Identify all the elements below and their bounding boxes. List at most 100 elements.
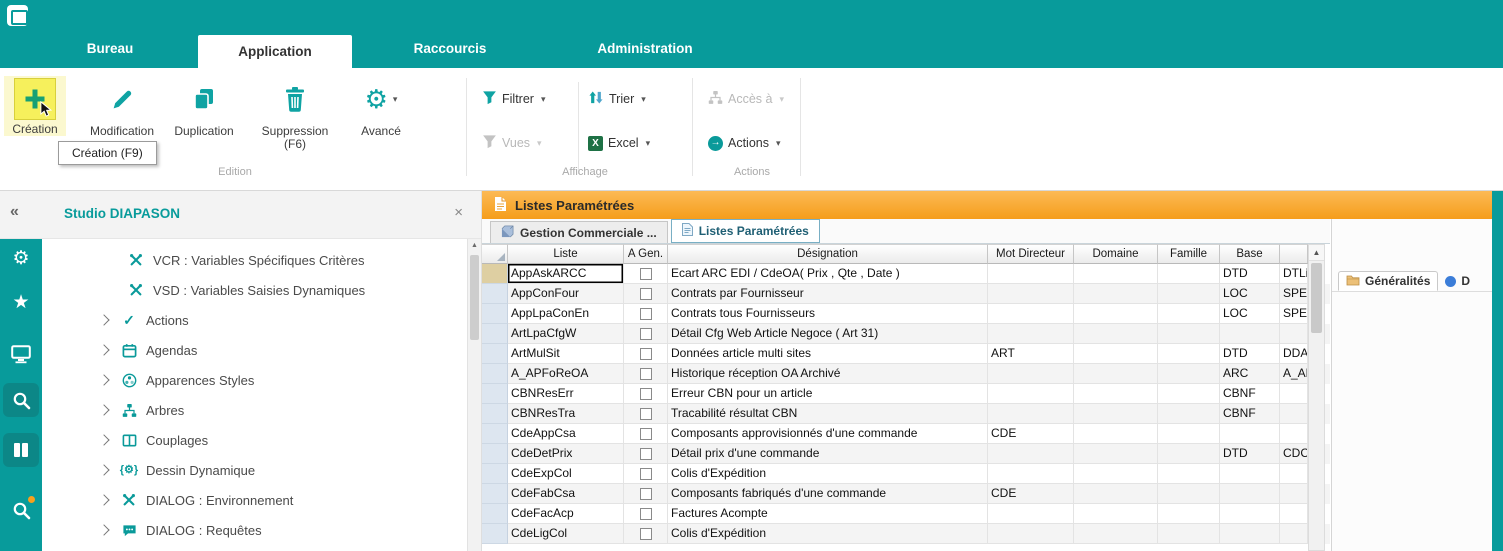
cell-base[interactable] xyxy=(1220,524,1280,544)
search-notification-icon[interactable] xyxy=(3,493,39,527)
column-header-designation[interactable]: Désignation xyxy=(668,244,988,264)
cell-designation[interactable]: Tracabilité résultat CBN xyxy=(668,404,988,424)
cell-liste[interactable]: AppLpaConEn xyxy=(508,304,624,324)
cell-agen[interactable] xyxy=(624,464,668,484)
cell-mot-directeur[interactable] xyxy=(988,264,1074,284)
cell-mot-directeur[interactable] xyxy=(988,384,1074,404)
search-icon[interactable] xyxy=(3,383,39,417)
cell-famille[interactable] xyxy=(1158,464,1220,484)
chevron-right-icon[interactable] xyxy=(98,344,109,355)
tree-item-dessin-dynamique[interactable]: {⚙} Dessin Dynamique xyxy=(42,455,467,485)
cell-designation[interactable]: Détail Cfg Web Article Negoce ( Art 31) xyxy=(668,324,988,344)
cell-famille[interactable] xyxy=(1158,484,1220,504)
cell-base[interactable] xyxy=(1220,484,1280,504)
cell-liste[interactable]: ArtLpaCfgW xyxy=(508,324,624,344)
table-row[interactable]: AppAskARCC Ecart ARC EDI / CdeOA( Prix ,… xyxy=(482,264,1330,284)
row-indicator[interactable] xyxy=(482,504,508,524)
cell-mot-directeur[interactable] xyxy=(988,284,1074,304)
cell-liste[interactable]: CdeDetPrix xyxy=(508,444,624,464)
table-row[interactable]: CdeFacAcp Factures Acompte xyxy=(482,504,1330,524)
table-row[interactable]: CdeExpCol Colis d'Expédition xyxy=(482,464,1330,484)
checkbox[interactable] xyxy=(640,488,652,500)
cell-partial[interactable] xyxy=(1280,504,1308,524)
cell-base[interactable]: CBNF xyxy=(1220,384,1280,404)
cell-domaine[interactable] xyxy=(1074,524,1158,544)
cell-base[interactable] xyxy=(1220,504,1280,524)
tab-d-partial[interactable]: D xyxy=(1438,271,1477,291)
cell-mot-directeur[interactable] xyxy=(988,304,1074,324)
cell-domaine[interactable] xyxy=(1074,384,1158,404)
actions-button[interactable]: Actions ▾ xyxy=(708,132,781,154)
row-indicator[interactable] xyxy=(482,484,508,504)
vues-button[interactable]: Vues ▾ xyxy=(482,132,542,154)
cell-agen[interactable] xyxy=(624,364,668,384)
cell-partial[interactable] xyxy=(1280,424,1308,444)
cell-designation[interactable]: Erreur CBN pour un article xyxy=(668,384,988,404)
cell-liste[interactable]: CdeFabCsa xyxy=(508,484,624,504)
checkbox[interactable] xyxy=(640,368,652,380)
scroll-up-arrow[interactable]: ▲ xyxy=(468,239,481,253)
tree-item-actions[interactable]: ✓ Actions xyxy=(42,305,467,335)
cell-base[interactable] xyxy=(1220,464,1280,484)
row-indicator[interactable] xyxy=(482,524,508,544)
cell-domaine[interactable] xyxy=(1074,484,1158,504)
cell-domaine[interactable] xyxy=(1074,284,1158,304)
cell-domaine[interactable] xyxy=(1074,344,1158,364)
table-row[interactable]: CBNResErr Erreur CBN pour un article CBN… xyxy=(482,384,1330,404)
cell-designation[interactable]: Données article multi sites xyxy=(668,344,988,364)
cell-partial[interactable] xyxy=(1280,484,1308,504)
cell-partial[interactable] xyxy=(1280,324,1308,344)
row-indicator[interactable] xyxy=(482,324,508,344)
table-row[interactable]: AppConFour Contrats par Fournisseur LOC … xyxy=(482,284,1330,304)
cell-domaine[interactable] xyxy=(1074,424,1158,444)
cell-agen[interactable] xyxy=(624,444,668,464)
chevron-right-icon[interactable] xyxy=(98,494,109,505)
cell-famille[interactable] xyxy=(1158,264,1220,284)
columns-icon[interactable] xyxy=(3,433,39,467)
row-indicator[interactable] xyxy=(482,424,508,444)
cell-designation[interactable]: Ecart ARC EDI / CdeOA( Prix , Qte , Date… xyxy=(668,264,988,284)
cell-liste[interactable]: ArtMulSit xyxy=(508,344,624,364)
cell-mot-directeur[interactable]: CDE xyxy=(988,424,1074,444)
cell-partial[interactable] xyxy=(1280,404,1308,424)
table-row[interactable]: CdeAppCsa Composants approvisionnés d'un… xyxy=(482,424,1330,444)
creation-button[interactable]: Création xyxy=(4,76,66,136)
cell-partial[interactable]: A_AP xyxy=(1280,364,1308,384)
cell-famille[interactable] xyxy=(1158,404,1220,424)
cell-partial[interactable]: CDCo xyxy=(1280,444,1308,464)
filtrer-button[interactable]: Filtrer ▾ xyxy=(482,88,545,110)
suppression-button[interactable]: Suppression (F6) xyxy=(250,76,340,151)
tree-item-dialog-requetes[interactable]: DIALOG : Requêtes xyxy=(42,515,467,545)
trier-button[interactable]: Trier ▾ xyxy=(588,88,646,110)
checkbox[interactable] xyxy=(640,508,652,520)
duplication-button[interactable]: Duplication xyxy=(166,76,242,138)
cell-liste[interactable]: CBNResTra xyxy=(508,404,624,424)
cell-famille[interactable] xyxy=(1158,344,1220,364)
tree-item-dialog-environnement[interactable]: DIALOG : Environnement xyxy=(42,485,467,515)
close-sidebar-button[interactable]: × xyxy=(454,204,463,221)
table-row[interactable]: ArtLpaCfgW Détail Cfg Web Article Negoce… xyxy=(482,324,1330,344)
checkbox[interactable] xyxy=(640,448,652,460)
cell-base[interactable]: CBNF xyxy=(1220,404,1280,424)
cell-famille[interactable] xyxy=(1158,424,1220,444)
column-header-partial[interactable] xyxy=(1280,244,1308,264)
favorites-star-icon[interactable]: ★ xyxy=(3,285,39,319)
cell-designation[interactable]: Composants approvisionnés d'une commande xyxy=(668,424,988,444)
chevron-right-icon[interactable] xyxy=(98,434,109,445)
cell-partial[interactable]: DDAr xyxy=(1280,344,1308,364)
cell-base[interactable]: LOC xyxy=(1220,304,1280,324)
chevron-right-icon[interactable] xyxy=(98,374,109,385)
cell-designation[interactable]: Factures Acompte xyxy=(668,504,988,524)
table-row[interactable]: CdeFabCsa Composants fabriqués d'une com… xyxy=(482,484,1330,504)
checkbox[interactable] xyxy=(640,428,652,440)
checkbox[interactable] xyxy=(640,528,652,540)
cell-base[interactable]: DTD xyxy=(1220,344,1280,364)
tab-gestion-commerciale[interactable]: Gestion Commerciale ... xyxy=(490,221,668,243)
cell-base[interactable]: LOC xyxy=(1220,284,1280,304)
column-header-liste[interactable]: Liste xyxy=(508,244,624,264)
tab-application[interactable]: Application xyxy=(198,35,352,68)
cell-liste[interactable]: CdeAppCsa xyxy=(508,424,624,444)
cell-base[interactable]: DTD xyxy=(1220,444,1280,464)
cell-domaine[interactable] xyxy=(1074,324,1158,344)
cell-base[interactable] xyxy=(1220,424,1280,444)
